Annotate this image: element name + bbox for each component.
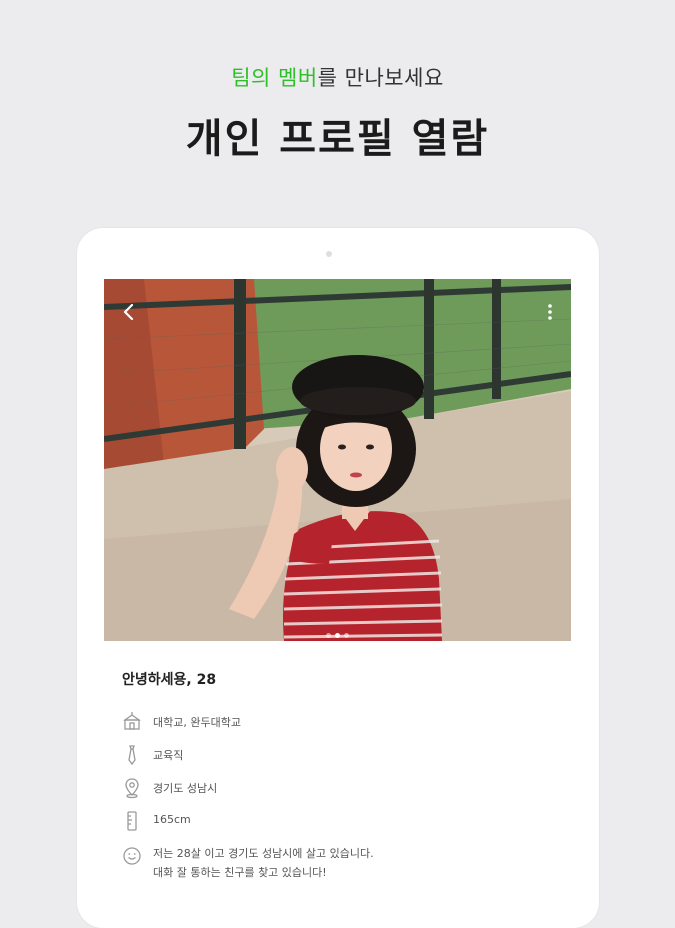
info-row-location: 경기도 성남시 bbox=[122, 777, 562, 799]
smile-chat-icon bbox=[123, 847, 141, 865]
chevron-left-icon bbox=[123, 303, 134, 321]
photo-page-indicator bbox=[104, 623, 571, 641]
height-ruler-icon bbox=[127, 811, 137, 831]
promo-subtitle-accent: 팀의 멤버 bbox=[231, 66, 318, 90]
page-dot[interactable] bbox=[344, 633, 349, 638]
promo-subtitle-rest: 를 만나보세요 bbox=[317, 66, 444, 90]
more-vertical-icon bbox=[548, 304, 552, 320]
promo-title: 개인 프로필 열람 bbox=[185, 116, 490, 162]
info-row-job: 교육직 bbox=[122, 744, 562, 766]
info-job: 교육직 bbox=[153, 749, 184, 762]
profile-name-age: 안녕하세용, 28 bbox=[122, 672, 217, 688]
back-button[interactable] bbox=[118, 299, 140, 325]
page-dot-active[interactable] bbox=[335, 633, 340, 638]
profile-photo[interactable] bbox=[104, 279, 571, 641]
info-row-school: 대학교, 완두대학교 bbox=[122, 711, 562, 733]
info-bio-line1: 저는 28살 이고 경기도 성남시에 살고 있습니다. bbox=[153, 847, 374, 860]
info-bio-line2: 대화 잘 통하는 친구를 찾고 있습니다! bbox=[153, 866, 327, 879]
more-options-button[interactable] bbox=[543, 301, 557, 323]
page-dot[interactable] bbox=[326, 633, 331, 638]
school-building-icon bbox=[122, 712, 142, 730]
promo-headline: 팀의 멤버를 만나보세요 개인 프로필 열람 bbox=[0, 62, 675, 164]
info-row-bio: 저는 28살 이고 경기도 성남시에 살고 있습니다. 대화 잘 통하는 친구를 … bbox=[122, 846, 562, 886]
app-screen: 안녕하세용, 28 대학교, 완두대학교 교육직 경기도 성남시 165cm 저… bbox=[104, 279, 571, 900]
location-pin-icon bbox=[125, 778, 139, 799]
profile-photo-illustration bbox=[104, 279, 571, 641]
tie-icon bbox=[128, 745, 136, 766]
info-bio: 저는 28살 이고 경기도 성남시에 살고 있습니다. 대화 잘 통하는 친구를 … bbox=[153, 844, 374, 882]
promo-subtitle: 팀의 멤버를 만나보세요 bbox=[0, 62, 675, 92]
info-height: 165cm bbox=[153, 813, 191, 826]
info-school: 대학교, 완두대학교 bbox=[153, 716, 241, 729]
tablet-camera bbox=[326, 251, 332, 257]
profile-info: 안녕하세용, 28 대학교, 완두대학교 교육직 경기도 성남시 165cm 저… bbox=[104, 641, 571, 900]
info-location: 경기도 성남시 bbox=[153, 782, 218, 795]
info-row-height: 165cm bbox=[122, 810, 562, 832]
